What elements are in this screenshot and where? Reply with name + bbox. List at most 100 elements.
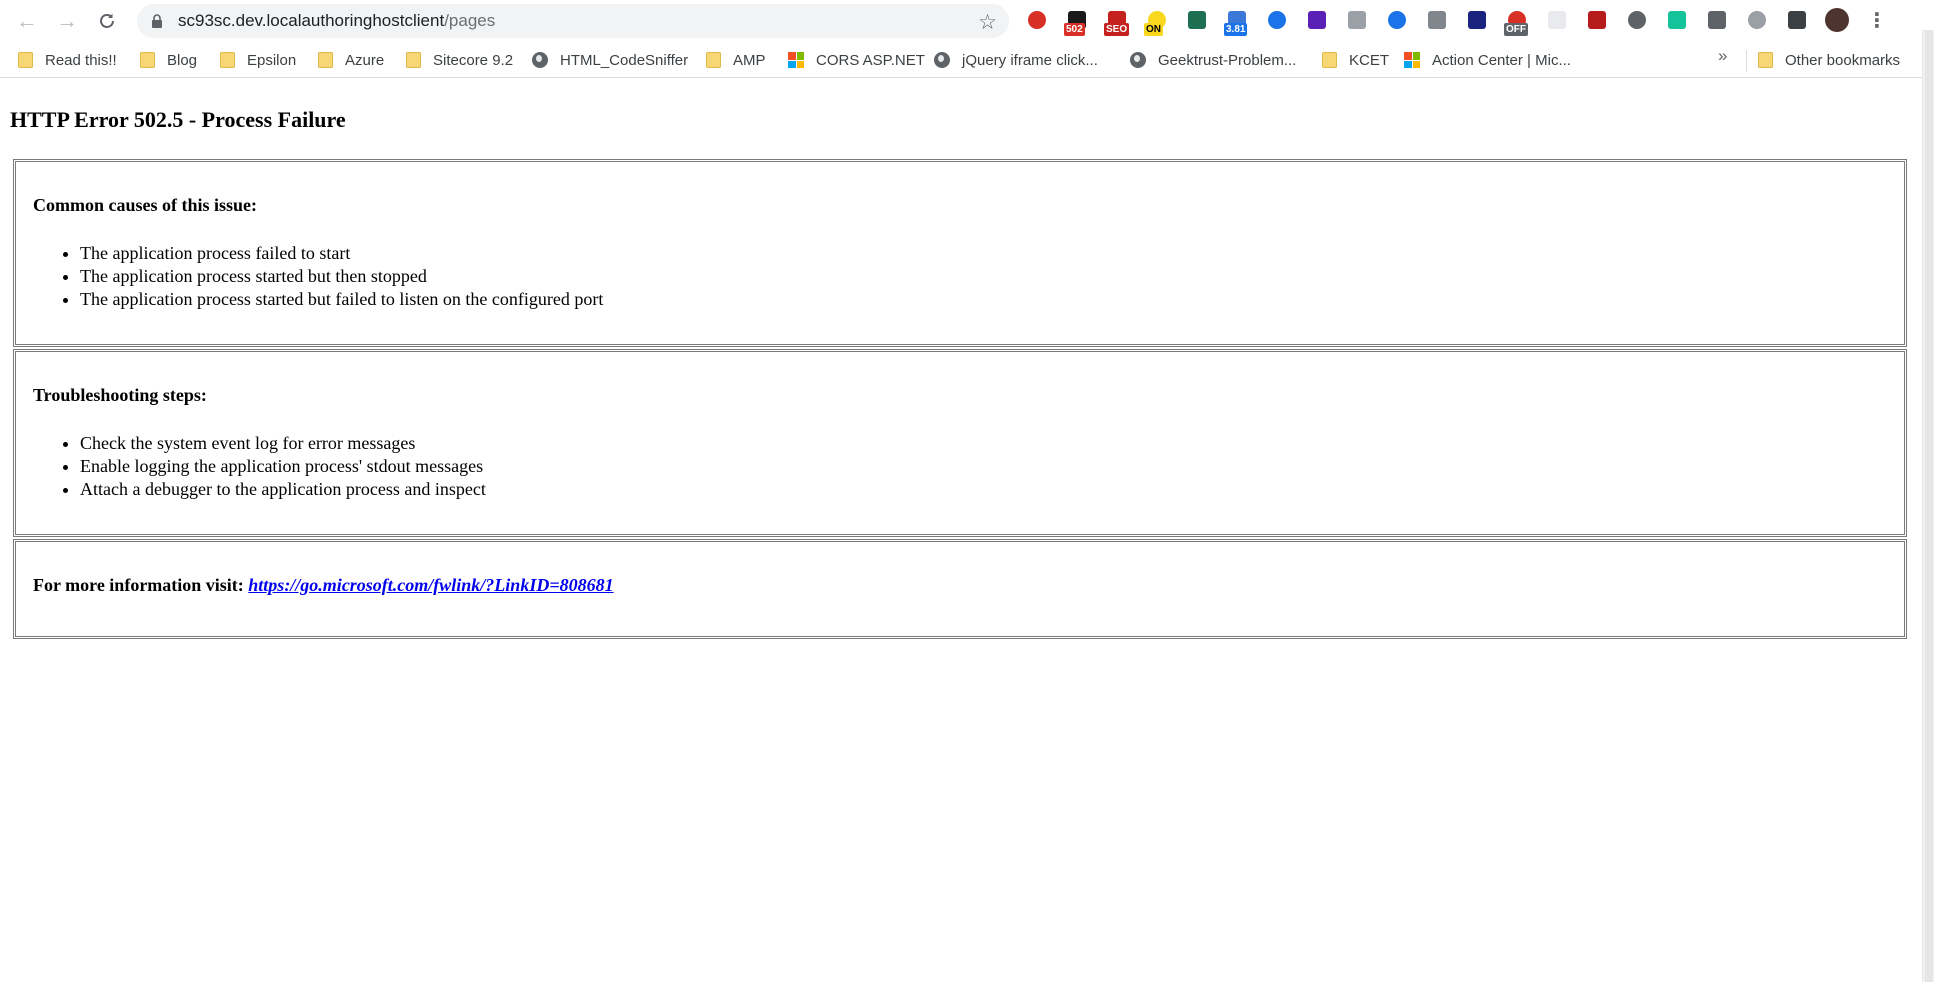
other-bookmarks[interactable]: Other bookmarks	[1758, 48, 1900, 72]
media-icon	[1788, 11, 1806, 29]
extension-badge: OFF	[1504, 23, 1528, 36]
folder-icon	[140, 52, 155, 68]
bookmark-item[interactable]: Geektrust-Problem...	[1130, 48, 1296, 72]
more-info-text: For more information visit: https://go.m…	[33, 575, 614, 596]
bookmarks-separator	[1746, 50, 1747, 72]
extension-bracket-button[interactable]	[1384, 7, 1410, 33]
lock-icon	[152, 14, 162, 28]
troubleshooting-heading: Troubleshooting steps:	[33, 385, 207, 405]
bookmark-item[interactable]: Action Center | Mic...	[1404, 48, 1571, 72]
list-item: The application process started but then…	[80, 265, 603, 288]
bookmark-item[interactable]: Sitecore 9.2	[406, 48, 513, 72]
globe-icon	[532, 52, 548, 68]
troubleshooting-list: Check the system event log for error mes…	[33, 432, 486, 501]
extension-badge: SEO	[1104, 23, 1130, 36]
extension-speed-button[interactable]: 3.81	[1224, 7, 1250, 36]
extension-bug-button[interactable]	[1584, 7, 1610, 33]
bookmark-label: AMP	[733, 51, 766, 69]
extension-target-button[interactable]	[1024, 7, 1050, 33]
page-scrollbar[interactable]	[1922, 30, 1934, 982]
bookmark-item[interactable]: CORS ASP.NET	[788, 48, 925, 72]
bracket-icon	[1388, 11, 1406, 29]
bookmark-label: Epsilon	[247, 51, 297, 69]
bookmark-label: Sitecore 9.2	[433, 51, 514, 69]
extension-layers-button[interactable]	[1304, 7, 1330, 33]
list-item: The application process failed to start	[80, 242, 603, 265]
bookmark-star-icon[interactable]: ☆	[978, 10, 997, 35]
url-text: sc93sc.dev.localauthoringhostclient/page…	[178, 4, 495, 38]
microsoft-fwlink-link[interactable]: https://go.microsoft.com/fwlink/?LinkID=…	[248, 575, 613, 595]
reload-icon	[100, 13, 114, 28]
list-item: Check the system event log for error mes…	[80, 432, 486, 455]
bookmark-item[interactable]: Read this!!	[18, 48, 117, 72]
extension-check-button[interactable]	[1624, 7, 1650, 33]
extension-chart-button[interactable]: OFF	[1504, 7, 1530, 36]
extension-seo-button[interactable]: SEO	[1104, 7, 1130, 36]
vue-icon	[1748, 11, 1766, 29]
list-item: The application process started but fail…	[80, 288, 603, 311]
extension-eye-button[interactable]	[1264, 7, 1290, 33]
bookmark-label: HTML_CodeSniffer	[560, 51, 689, 69]
bookmarks-overflow-button[interactable]: »	[1718, 46, 1727, 66]
bookmark-item[interactable]: jQuery iframe click...	[934, 48, 1098, 72]
extension-square-button[interactable]	[1184, 7, 1210, 33]
bookmark-label: CORS ASP.NET	[816, 51, 925, 69]
extension-gear-button[interactable]	[1704, 7, 1730, 33]
extension-more-vert-button[interactable]: ⋮	[1864, 7, 1890, 33]
bookmark-label: Read this!!	[45, 51, 117, 69]
bookmarks-bar: Read this!! Blog Epsilon Azure Sitecore 9.2 H…	[0, 42, 1934, 78]
page-title: HTTP Error 502.5 - Process Failure	[10, 107, 346, 132]
bookmark-item[interactable]: Azure	[318, 48, 384, 72]
extension-media-button[interactable]	[1784, 7, 1810, 33]
folder-icon	[318, 52, 333, 68]
url-domain: sc93sc.dev.localauthoringhostclient	[178, 11, 445, 30]
bolt-icon	[1428, 11, 1446, 29]
list-item: Attach a debugger to the application pro…	[80, 478, 486, 501]
forward-button[interactable]: →	[52, 6, 82, 36]
extension-on-button[interactable]: ON	[1144, 7, 1170, 36]
square-icon	[1188, 11, 1206, 29]
scrollbar-thumb[interactable]	[1925, 30, 1933, 982]
address-bar[interactable]: sc93sc.dev.localauthoringhostclient/page…	[137, 4, 1009, 38]
microsoft-icon	[1404, 52, 1420, 68]
bookmark-label: Blog	[167, 51, 198, 69]
extension-badge: ON	[1144, 23, 1163, 36]
extension-badge: 3.81	[1224, 23, 1248, 36]
extension-vue-button[interactable]	[1744, 7, 1770, 33]
extension-grammarly-button[interactable]	[1664, 7, 1690, 33]
extension-avatar-button[interactable]	[1824, 7, 1850, 33]
bookmark-item[interactable]: HTML_CodeSniffer	[532, 48, 688, 72]
url-path: /pages	[444, 11, 496, 30]
causes-panel: Common causes of this issue: The applica…	[13, 159, 1907, 347]
bookmark-item[interactable]: AMP	[706, 48, 766, 72]
eye-icon	[1268, 11, 1286, 29]
folder-icon	[406, 52, 421, 68]
blank-icon	[1548, 11, 1566, 29]
avatar-icon	[1825, 8, 1849, 32]
other-bookmarks-label: Other bookmarks	[1785, 51, 1901, 69]
bookmark-label: KCET	[1349, 51, 1390, 69]
bookmark-item[interactable]: Blog	[140, 48, 197, 72]
monitor-icon	[1468, 11, 1486, 29]
back-button[interactable]: ←	[12, 6, 42, 36]
microsoft-icon	[788, 52, 804, 68]
folder-icon	[220, 52, 235, 68]
gear-icon	[1708, 11, 1726, 29]
globe-icon	[1130, 52, 1146, 68]
reload-button[interactable]	[92, 6, 122, 36]
extension-pen-button[interactable]: 502	[1064, 7, 1090, 36]
bookmark-item[interactable]: KCET	[1322, 48, 1389, 72]
extension-bolt-button[interactable]	[1424, 7, 1450, 33]
extension-monitor-button[interactable]	[1464, 7, 1490, 33]
more-vert-icon: ⋮	[1867, 9, 1887, 32]
extension-badge: 502	[1064, 23, 1085, 36]
bookmark-label: jQuery iframe click...	[962, 51, 1098, 69]
folder-icon	[1758, 52, 1773, 68]
causes-heading: Common causes of this issue:	[33, 195, 258, 215]
extension-blank-button[interactable]	[1544, 7, 1570, 33]
bookmark-label: Geektrust-Problem...	[1158, 51, 1297, 69]
more-info-panel: For more information visit: https://go.m…	[13, 539, 1907, 639]
bookmark-label: Action Center | Mic...	[1432, 51, 1571, 69]
extension-cog-button[interactable]	[1344, 7, 1370, 33]
bookmark-item[interactable]: Epsilon	[220, 48, 296, 72]
